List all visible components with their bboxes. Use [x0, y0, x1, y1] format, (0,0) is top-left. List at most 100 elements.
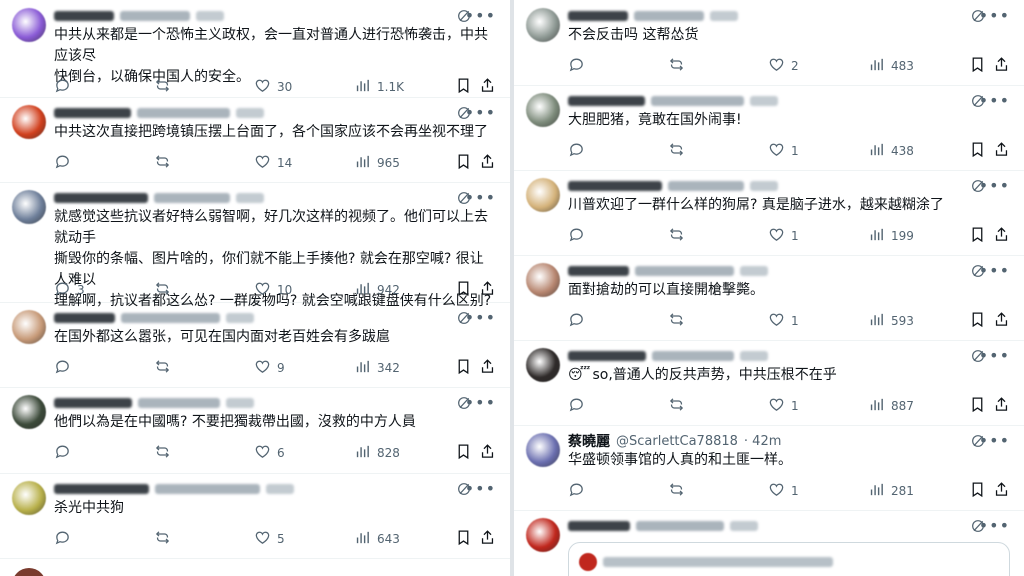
more-icon[interactable]: ••• [465, 103, 496, 122]
like-button[interactable]: 1 [768, 226, 799, 246]
share-button[interactable] [993, 396, 1010, 416]
like-button[interactable]: 9 [254, 358, 285, 378]
share-button[interactable] [479, 77, 496, 97]
more-icon[interactable]: ••• [979, 91, 1010, 110]
retweet-button[interactable] [668, 311, 691, 331]
more-icon[interactable]: ••• [979, 176, 1010, 195]
avatar[interactable] [526, 93, 560, 127]
more-icon[interactable]: ••• [979, 346, 1010, 365]
avatar[interactable] [526, 8, 560, 42]
like-button[interactable]: 14 [254, 153, 292, 173]
views-button[interactable]: 199 [868, 226, 914, 246]
more-icon[interactable]: ••• [979, 431, 1010, 450]
share-button[interactable] [479, 153, 496, 173]
avatar[interactable] [12, 190, 46, 224]
reply-button[interactable] [568, 56, 591, 76]
retweet-button[interactable] [668, 141, 691, 161]
user-handle[interactable]: @ScarlettCa78818 [616, 434, 738, 449]
reply-button[interactable] [568, 481, 591, 501]
bookmark-button[interactable] [969, 56, 986, 76]
like-button[interactable]: 1 [768, 481, 799, 501]
more-icon[interactable]: ••• [979, 261, 1010, 280]
reply-button[interactable] [568, 226, 591, 246]
avatar[interactable] [526, 178, 560, 212]
share-button[interactable] [993, 481, 1010, 501]
like-button[interactable]: 1 [768, 311, 799, 331]
more-icon[interactable]: ••• [979, 6, 1010, 25]
reply-tweet[interactable]: ••• 在国外都这么嚣张，可见在国内面对老百姓会有多跋扈 9 342 [0, 302, 510, 388]
views-button[interactable]: 593 [868, 311, 914, 331]
reply-button[interactable] [54, 529, 77, 549]
reply-tweet[interactable]: ••• 中共从来都是一个恐怖主义政权，会一直对普通人进行恐怖袭击，中共应该尽 快倒台… [0, 0, 510, 98]
bookmark-button[interactable] [969, 226, 986, 246]
like-button[interactable]: 30 [254, 77, 292, 97]
retweet-button[interactable] [154, 153, 177, 173]
views-button[interactable]: 342 [354, 358, 400, 378]
share-button[interactable] [993, 141, 1010, 161]
views-button[interactable]: 281 [868, 481, 914, 501]
reply-button[interactable] [568, 396, 591, 416]
retweet-button[interactable] [154, 280, 177, 300]
reply-tweet[interactable]: ••• 不会反击吗 这帮怂货 2 483 [514, 0, 1024, 86]
retweet-button[interactable] [154, 443, 177, 463]
avatar[interactable] [12, 481, 46, 515]
reply-button[interactable] [568, 141, 591, 161]
like-button[interactable]: 6 [254, 443, 285, 463]
avatar[interactable] [526, 348, 560, 382]
post-time[interactable]: · 42m [744, 434, 781, 449]
like-button[interactable]: 10 [254, 280, 292, 300]
reply-tweet[interactable]: ••• 中共这次直接把跨境镇压摆上台面了，各个国家应该不会再坐视不理了 14 965 [0, 97, 510, 183]
like-button[interactable]: 5 [254, 529, 285, 549]
retweet-button[interactable] [668, 481, 691, 501]
bookmark-button[interactable] [455, 153, 472, 173]
avatar[interactable] [12, 105, 46, 139]
bookmark-button[interactable] [969, 311, 986, 331]
more-icon[interactable]: ••• [465, 479, 496, 498]
share-button[interactable] [479, 280, 496, 300]
more-icon[interactable]: ••• [465, 393, 496, 412]
reply-button[interactable] [54, 77, 77, 97]
views-button[interactable]: 438 [868, 141, 914, 161]
reply-button[interactable] [568, 311, 591, 331]
bookmark-button[interactable] [455, 443, 472, 463]
reply-tweet[interactable]: 蔡曉麗 @ScarlettCa78818 · 42m ••• 华盛顿领事馆的人真的和土匪… [514, 425, 1024, 511]
partial-reply-tweet[interactable] [0, 566, 510, 576]
bookmark-button[interactable] [455, 529, 472, 549]
more-icon[interactable]: ••• [979, 516, 1010, 535]
reply-tweet[interactable]: ••• 他們以為是在中國嗎? 不要把獨裁帶出國，沒救的中方人員 6 828 [0, 387, 510, 474]
like-button[interactable]: 1 [768, 396, 799, 416]
share-button[interactable] [993, 311, 1010, 331]
bookmark-button[interactable] [969, 481, 986, 501]
bookmark-button[interactable] [455, 358, 472, 378]
views-button[interactable]: 887 [868, 396, 914, 416]
retweet-button[interactable] [668, 56, 691, 76]
share-button[interactable] [479, 443, 496, 463]
avatar[interactable] [12, 8, 46, 42]
retweet-button[interactable] [154, 77, 177, 97]
share-button[interactable] [479, 358, 496, 378]
bookmark-button[interactable] [969, 396, 986, 416]
views-button[interactable]: 942 [354, 280, 400, 300]
bookmark-button[interactable] [969, 141, 986, 161]
avatar[interactable] [526, 263, 560, 297]
reply-tweet[interactable]: ••• 😴 so,普通人的反共声势，中共压根不在乎 1 887 [514, 340, 1024, 426]
avatar[interactable] [12, 310, 46, 344]
reply-tweet[interactable]: ••• 大胆肥猪，竟敢在国外闹事! 1 438 [514, 85, 1024, 171]
reply-tweet[interactable]: ••• 川普欢迎了一群什么样的狗屌? 真是脑子进水，越来越糊涂了 1 199 [514, 170, 1024, 256]
more-icon[interactable]: ••• [465, 188, 496, 207]
avatar[interactable] [526, 518, 560, 552]
more-icon[interactable]: ••• [465, 6, 496, 25]
reply-button[interactable] [54, 153, 77, 173]
views-button[interactable]: 643 [354, 529, 400, 549]
avatar[interactable] [12, 395, 46, 429]
views-button[interactable]: 483 [868, 56, 914, 76]
retweet-button[interactable] [154, 529, 177, 549]
bookmark-button[interactable] [455, 77, 472, 97]
avatar[interactable] [526, 433, 560, 467]
reply-button[interactable]: 3 [54, 280, 85, 300]
views-button[interactable]: 965 [354, 153, 400, 173]
more-icon[interactable]: ••• [465, 308, 496, 327]
reply-button[interactable] [54, 443, 77, 463]
like-button[interactable]: 1 [768, 141, 799, 161]
views-button[interactable]: 828 [354, 443, 400, 463]
